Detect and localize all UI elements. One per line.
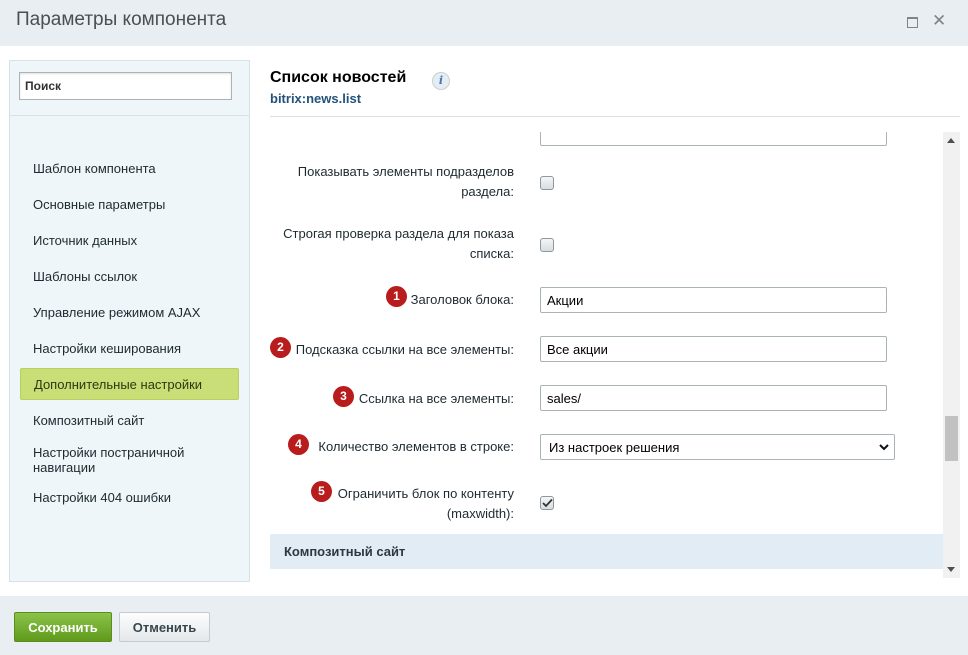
step-badge-1: 1 — [386, 286, 407, 307]
component-title: Список новостей — [270, 69, 407, 86]
dialog-footer: Сохранить Отменить — [0, 596, 968, 655]
step-badge-3: 3 — [333, 386, 354, 407]
partial-field-input[interactable] — [540, 132, 887, 146]
all-link-input[interactable]: sales/ — [540, 385, 887, 411]
sidebar-divider — [10, 115, 249, 116]
step-badge-2: 2 — [270, 337, 291, 358]
sidebar-item-404[interactable]: Настройки 404 ошибки — [20, 487, 239, 507]
window-titlebar: Параметры компонента ✕ — [0, 0, 968, 46]
section-header-label: Композитный сайт — [284, 544, 406, 559]
cancel-button[interactable]: Отменить — [119, 612, 210, 642]
field-label-maxwidth: Ограничить блок по контенту (maxwidth): — [337, 486, 514, 521]
subsections-checkbox[interactable] — [540, 176, 554, 190]
dialog-content: Шаблон компонента Основные параметры Ист… — [0, 46, 968, 596]
header-divider — [270, 116, 960, 117]
field-label-strict-check: Строгая проверка раздела для показа спис… — [283, 226, 514, 261]
step-badge-4: 4 — [288, 434, 309, 455]
sidebar-item-template[interactable]: Шаблон компонента — [20, 158, 239, 178]
section-header-composite[interactable]: Композитный сайт — [270, 534, 943, 569]
sidebar-item-basic-params[interactable]: Основные параметры — [20, 194, 239, 214]
scrollbar[interactable] — [943, 132, 960, 578]
scrollbar-thumb[interactable] — [945, 416, 958, 461]
items-per-row-select[interactable]: Из настроек решения — [540, 434, 895, 460]
strict-check-checkbox[interactable] — [540, 238, 554, 252]
checkmark-icon — [541, 498, 553, 508]
maxwidth-checkbox[interactable] — [540, 496, 554, 510]
scroll-down-arrow-icon[interactable] — [947, 567, 955, 572]
sidebar-item-link-templates[interactable]: Шаблоны ссылок — [20, 266, 239, 286]
field-label-items-per-row: Количество элементов в строке: — [318, 439, 514, 454]
sidebar-item-pagination[interactable]: Настройки постраничной навигации — [20, 443, 239, 477]
scroll-up-arrow-icon[interactable] — [947, 138, 955, 143]
close-icon[interactable]: ✕ — [932, 11, 946, 31]
items-per-row-value: Из настроек решения — [549, 439, 680, 455]
save-button[interactable]: Сохранить — [14, 612, 112, 642]
settings-form: Показывать элементы подразделов раздела:… — [270, 132, 960, 578]
sidebar: Шаблон компонента Основные параметры Ист… — [9, 60, 250, 582]
sidebar-item-data-source[interactable]: Источник данных — [20, 230, 239, 250]
window-title: Параметры компонента — [16, 9, 227, 30]
chevron-down-icon — [879, 444, 889, 451]
sidebar-item-composite[interactable]: Композитный сайт — [20, 410, 239, 430]
field-label-subsections: Показывать элементы подразделов раздела: — [297, 164, 514, 199]
search-input[interactable] — [19, 72, 232, 100]
sidebar-item-ajax[interactable]: Управление режимом AJAX — [20, 302, 239, 322]
field-label-all-link: Ссылка на все элементы: — [358, 391, 514, 406]
maximize-icon[interactable] — [907, 17, 918, 28]
info-icon[interactable]: i — [432, 72, 450, 90]
sidebar-item-additional[interactable]: Дополнительные настройки — [20, 368, 239, 400]
field-label-all-link-hint: Подсказка ссылки на все элементы: — [295, 342, 514, 357]
field-label-block-title: Заголовок блока: — [410, 292, 514, 307]
all-link-hint-input[interactable]: Все акции — [540, 336, 887, 362]
component-code: bitrix:news.list — [270, 91, 362, 106]
block-title-input[interactable]: Акции — [540, 287, 887, 313]
sidebar-item-caching[interactable]: Настройки кеширования — [20, 338, 239, 358]
